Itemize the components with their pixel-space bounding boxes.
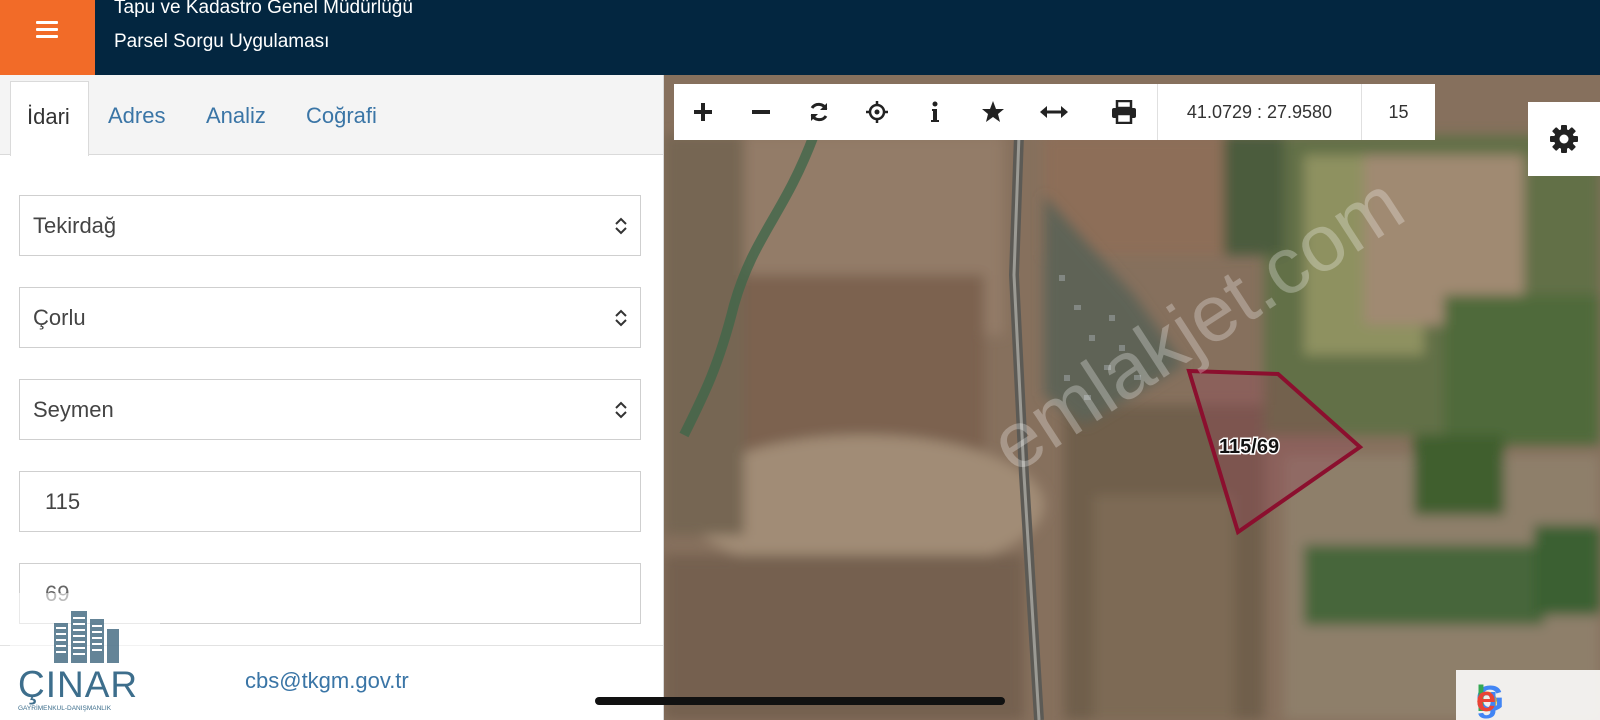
app-header: Tapu ve Kadastro Genel Müdürlüğü Parsel …	[0, 0, 1600, 75]
home-indicator	[595, 697, 1005, 705]
coordinate-readout: 41.0729 : 27.9580	[1157, 84, 1362, 140]
zoom-out-button[interactable]	[732, 84, 790, 140]
favorite-button[interactable]	[964, 84, 1022, 140]
province-select[interactable]: Tekirdağ	[19, 195, 641, 256]
zoom-level: 15	[1388, 102, 1409, 122]
zoom-in-icon	[694, 103, 712, 121]
map-imagery: 115/69 emlakjet.com	[664, 75, 1600, 720]
select-chevrons-icon	[615, 309, 627, 327]
tab-bar: İdari Adres Analiz Coğrafi	[0, 75, 663, 156]
menu-button[interactable]	[0, 0, 95, 75]
locate-icon	[866, 101, 888, 123]
neighborhood-select[interactable]: Seymen	[19, 379, 641, 440]
locate-button[interactable]	[848, 84, 906, 140]
select-chevrons-icon	[615, 401, 627, 419]
measure-icon	[1040, 106, 1068, 118]
settings-button[interactable]	[1528, 102, 1600, 176]
parcel-label: 115/69	[1219, 436, 1279, 458]
zoom-in-button[interactable]	[674, 84, 732, 140]
tab-analiz[interactable]: Analiz	[206, 103, 266, 129]
info-button[interactable]	[906, 84, 964, 140]
province-value: Tekirdağ	[33, 213, 117, 238]
select-chevrons-icon	[615, 217, 627, 235]
cinar-logo: ÇINAR GAYRİMENKUL-DANIŞMANLIK	[10, 593, 160, 718]
block-input[interactable]: 115	[19, 471, 641, 532]
contact-email-link[interactable]: cbs@tkgm.gov.tr	[245, 668, 409, 694]
header-title: Tapu ve Kadastro Genel Müdürlüğü	[114, 0, 413, 18]
header-subtitle: Parsel Sorgu Uygulaması	[114, 31, 330, 52]
refresh-icon	[810, 102, 828, 122]
refresh-button[interactable]	[790, 84, 848, 140]
tab-cografi[interactable]: Coğrafi	[306, 103, 377, 129]
zoom-out-icon	[752, 110, 770, 114]
district-select[interactable]: Çorlu	[19, 287, 641, 348]
app: Tapu ve Kadastro Genel Müdürlüğü Parsel …	[0, 0, 1600, 720]
favorite-star-icon	[982, 101, 1004, 122]
print-button[interactable]	[1094, 84, 1152, 140]
tab-idari[interactable]: İdari	[10, 81, 89, 156]
query-panel: İdari Adres Analiz Coğrafi Tekirdağ Çorl…	[0, 75, 664, 720]
map-toolbar: 41.0729 : 27.9580 15	[674, 84, 1435, 140]
tab-label: İdari	[27, 104, 70, 129]
info-icon	[931, 101, 939, 122]
district-value: Çorlu	[33, 305, 86, 330]
measure-button[interactable]	[1022, 84, 1094, 140]
satellite-map[interactable]: 115/69 emlakjet.com 41.0729: 27.9580 15…	[664, 75, 1600, 720]
svg-text:ÇINAR: ÇINAR	[18, 664, 138, 705]
svg-text:GAYRİMENKUL-DANIŞMANLIK: GAYRİMENKUL-DANIŞMANLIK	[18, 703, 112, 712]
tab-adres[interactable]: Adres	[108, 103, 165, 129]
google-logo: Google	[1456, 670, 1600, 720]
gear-icon	[1550, 125, 1578, 153]
neighborhood-value: Seymen	[33, 397, 114, 422]
block-value: 115	[45, 489, 81, 514]
print-icon	[1112, 100, 1136, 124]
